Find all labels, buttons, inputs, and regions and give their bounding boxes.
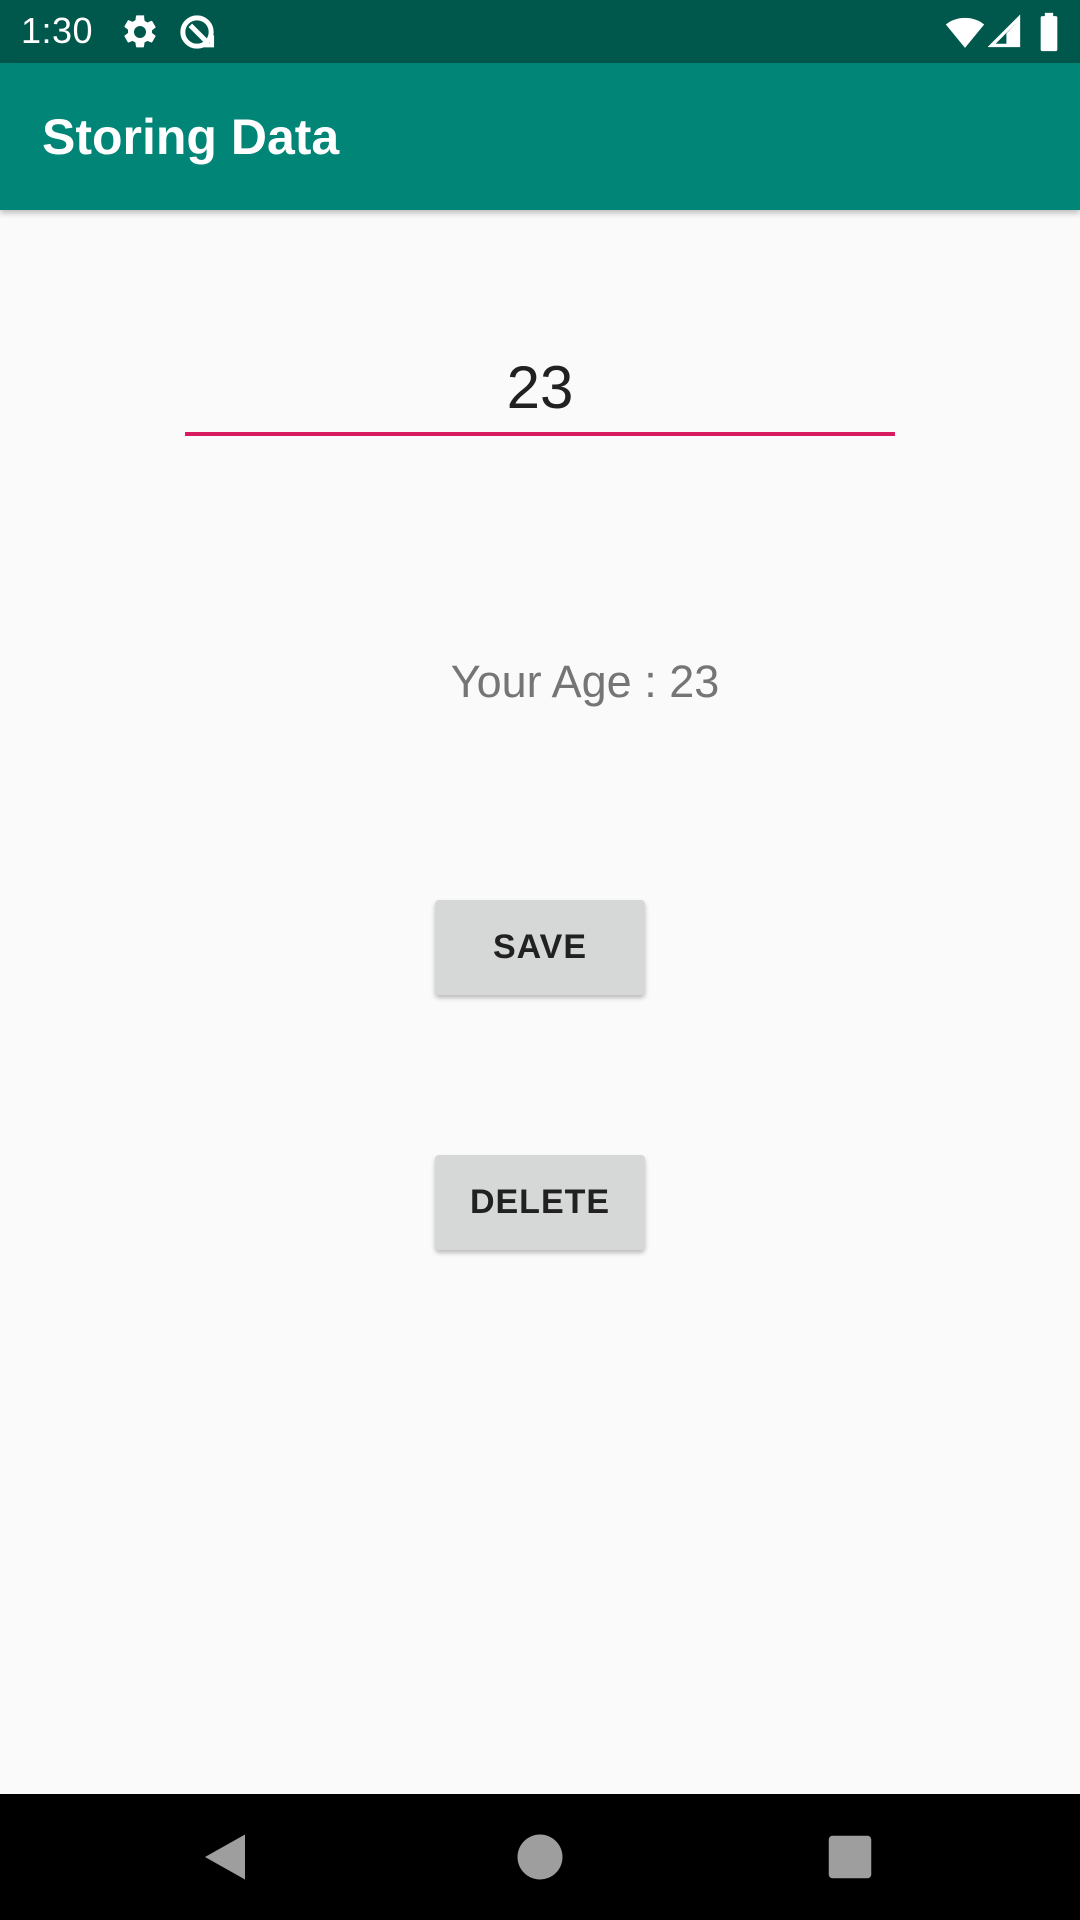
sync-icon	[180, 15, 215, 49]
home-icon[interactable]	[510, 1827, 570, 1887]
signal-icon	[988, 14, 1021, 48]
status-bar: 1:30	[0, 0, 1080, 63]
delete-button[interactable]: DELETE	[435, 1155, 645, 1250]
app-title: Storing Data	[42, 109, 340, 165]
status-time: 1:30	[21, 10, 94, 51]
battery-icon	[1040, 12, 1058, 52]
recents-icon[interactable]	[820, 1827, 880, 1887]
settings-icon	[124, 15, 156, 48]
main-content: Your Age : 23 SAVE DELETE	[0, 210, 1080, 1794]
age-input[interactable]	[185, 342, 895, 436]
wifi-icon	[945, 17, 985, 48]
save-button[interactable]: SAVE	[435, 900, 645, 995]
app-bar: Storing Data	[0, 63, 1080, 210]
back-icon[interactable]	[195, 1827, 255, 1887]
age-display-text: Your Age : 23	[450, 656, 720, 707]
navigation-bar	[0, 1794, 1080, 1920]
